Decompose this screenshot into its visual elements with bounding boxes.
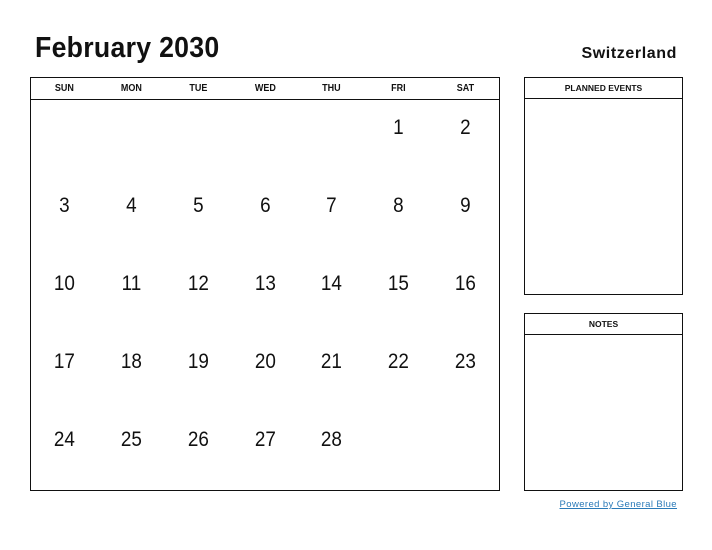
page-title: February 2030 <box>35 32 220 64</box>
day-cell <box>101 100 161 178</box>
day-cell: 5 <box>192 194 204 217</box>
weekday-label: WED <box>254 83 276 94</box>
day-cell: 15 <box>388 272 410 295</box>
day-cell <box>168 100 228 178</box>
day-cell <box>34 100 94 178</box>
planned-events-heading: PLANNED EVENTS <box>525 78 682 99</box>
day-cell: 19 <box>187 350 209 373</box>
day-cell: 1 <box>393 116 404 139</box>
day-cell <box>369 412 429 490</box>
day-cell <box>235 100 295 178</box>
day-cell: 24 <box>53 428 75 451</box>
day-cell: 20 <box>254 350 276 373</box>
day-cell: 17 <box>53 350 75 373</box>
weekday-label: TUE <box>189 83 208 94</box>
weekday-label: THU <box>322 83 342 94</box>
notes-box: NOTES <box>524 313 683 491</box>
day-cell <box>302 100 362 178</box>
powered-by-link[interactable]: Powered by General Blue <box>560 499 677 510</box>
weekday-label: MON <box>120 83 142 94</box>
day-cell: 13 <box>254 272 276 295</box>
day-cell: 25 <box>120 428 142 451</box>
day-cell: 27 <box>254 428 276 451</box>
weekday-label: SUN <box>54 83 74 94</box>
day-cell: 3 <box>59 194 70 217</box>
weekday-header: SUN MON TUE WED THU FRI SAT <box>31 78 499 100</box>
day-cell: 11 <box>121 272 142 295</box>
day-cell: 4 <box>126 194 137 217</box>
day-cell: 26 <box>187 428 209 451</box>
planned-events-box: PLANNED EVENTS <box>524 77 683 295</box>
day-cell: 21 <box>321 350 343 373</box>
day-cell: 12 <box>187 272 209 295</box>
day-cell: 8 <box>393 194 404 217</box>
day-cell: 10 <box>53 272 75 295</box>
country-label: Switzerland <box>581 45 677 62</box>
day-cell: 18 <box>120 350 142 373</box>
day-cell: 6 <box>259 194 271 217</box>
day-cell: 16 <box>455 272 477 295</box>
notes-heading: NOTES <box>525 314 682 335</box>
weekday-label: SAT <box>456 83 475 94</box>
calendar-days: 1 2 3 4 5 6 7 8 9 10 11 12 13 14 15 16 17 18 19 20 21 22 23 24 2… <box>31 100 499 490</box>
day-cell <box>435 412 495 490</box>
day-cell: 22 <box>388 350 410 373</box>
day-cell: 28 <box>321 428 343 451</box>
day-cell: 23 <box>455 350 477 373</box>
calendar-grid: SUN MON TUE WED THU FRI SAT 1 2 3 4 5 6 7 8 9 10 1… <box>30 77 500 491</box>
day-cell: 2 <box>460 116 471 139</box>
day-cell: 14 <box>321 272 343 295</box>
day-cell: 7 <box>326 194 338 217</box>
weekday-label: FRI <box>391 83 406 94</box>
day-cell: 9 <box>460 194 471 217</box>
